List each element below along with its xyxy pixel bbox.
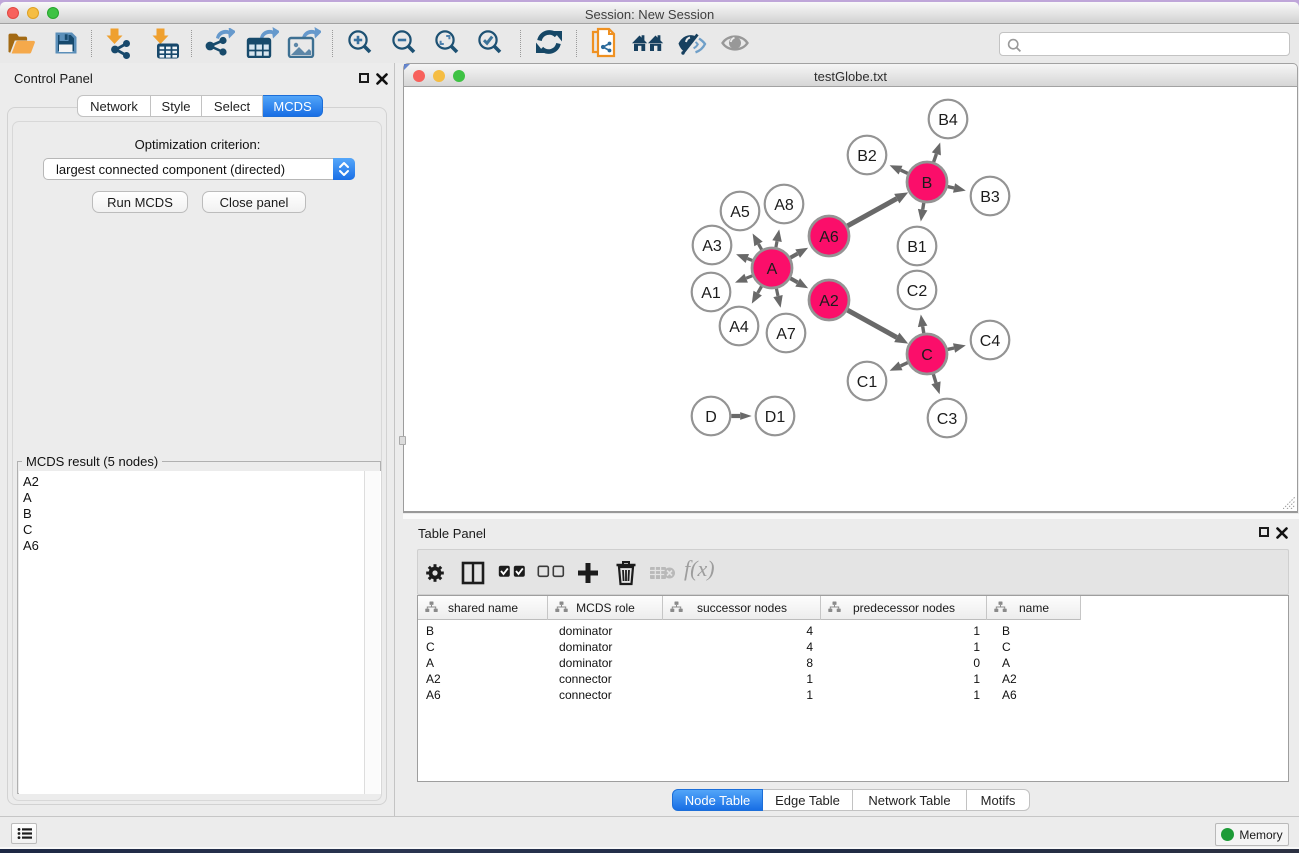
svg-text:A3: A3	[702, 238, 722, 255]
svg-text:C3: C3	[937, 411, 958, 428]
svg-text:B3: B3	[980, 189, 1000, 206]
svg-text:C2: C2	[907, 283, 928, 300]
svg-text:D1: D1	[765, 409, 786, 426]
svg-text:C1: C1	[857, 374, 878, 391]
svg-text:B: B	[922, 175, 933, 192]
svg-text:A5: A5	[730, 204, 750, 221]
svg-text:B2: B2	[857, 148, 877, 165]
svg-text:A2: A2	[819, 293, 839, 310]
svg-text:A4: A4	[729, 319, 749, 336]
svg-text:A7: A7	[776, 326, 796, 343]
svg-text:D: D	[705, 409, 717, 426]
svg-text:A8: A8	[774, 197, 794, 214]
svg-text:A6: A6	[819, 229, 839, 246]
svg-text:B1: B1	[907, 239, 927, 256]
svg-text:A1: A1	[701, 285, 721, 302]
svg-text:A: A	[767, 261, 778, 278]
svg-text:C: C	[921, 347, 933, 364]
svg-text:B4: B4	[938, 112, 958, 129]
svg-text:C4: C4	[980, 333, 1001, 350]
